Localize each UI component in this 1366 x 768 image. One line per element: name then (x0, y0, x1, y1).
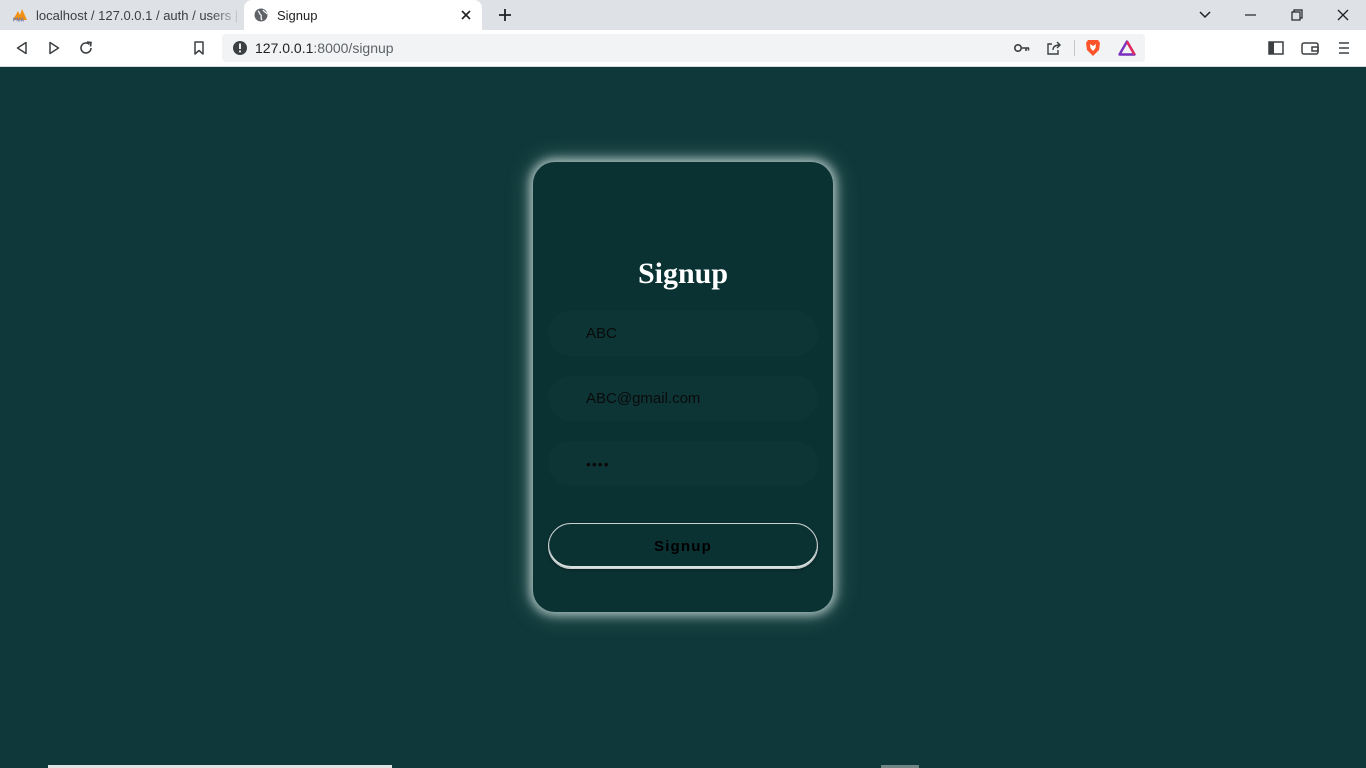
tab-strip: PMA localhost / 127.0.0.1 / auth / users… (0, 0, 1366, 30)
new-tab-button[interactable] (494, 5, 516, 25)
url-host: 127.0.0.1 (255, 40, 314, 56)
restore-icon[interactable] (1274, 0, 1320, 30)
password-input[interactable]: •••• (548, 441, 818, 486)
url-text: 127.0.0.1:8000/signup (255, 40, 394, 56)
bookmark-icon[interactable] (186, 35, 212, 61)
back-icon[interactable] (9, 35, 35, 61)
close-window-icon[interactable] (1320, 0, 1366, 30)
address-bar[interactable]: 127.0.0.1:8000/signup (222, 34, 1145, 62)
toolbar-divider (1074, 40, 1075, 56)
forward-icon[interactable] (41, 35, 67, 61)
tab-phpmyadmin[interactable]: PMA localhost / 127.0.0.1 / auth / users… (0, 0, 242, 30)
close-tab-icon[interactable] (456, 5, 476, 25)
sidebar-icon[interactable] (1263, 35, 1289, 61)
svg-text:PMA: PMA (13, 18, 25, 23)
share-icon[interactable] (1044, 38, 1064, 58)
site-info-icon[interactable] (232, 40, 248, 56)
minimize-icon[interactable] (1228, 0, 1274, 30)
phpmyadmin-icon: PMA (12, 7, 28, 23)
tab-label: Signup (277, 7, 318, 23)
reload-icon[interactable] (73, 35, 99, 61)
email-input[interactable]: ABC@gmail.com (548, 376, 818, 421)
browser-toolbar: 127.0.0.1:8000/signup (0, 30, 1366, 67)
globe-icon (253, 7, 269, 23)
tab-signup[interactable]: Signup (244, 0, 482, 30)
menu-icon[interactable] (1331, 35, 1357, 61)
name-input[interactable]: ABC (548, 311, 818, 356)
key-icon[interactable] (1012, 38, 1032, 58)
form-title: Signup (637, 257, 729, 290)
url-path: :8000/signup (313, 40, 394, 56)
signup-button[interactable]: Signup (548, 523, 818, 569)
signup-card: Signup ABC ABC@gmail.com •••• Signup (533, 162, 833, 612)
brave-rewards-icon[interactable] (1117, 38, 1137, 58)
tab-search-icon[interactable] (1182, 0, 1228, 30)
wallet-icon[interactable] (1297, 35, 1323, 61)
brave-shields-icon[interactable] (1083, 38, 1103, 58)
tab-label: localhost / 127.0.0.1 / auth / users | p… (36, 7, 242, 23)
